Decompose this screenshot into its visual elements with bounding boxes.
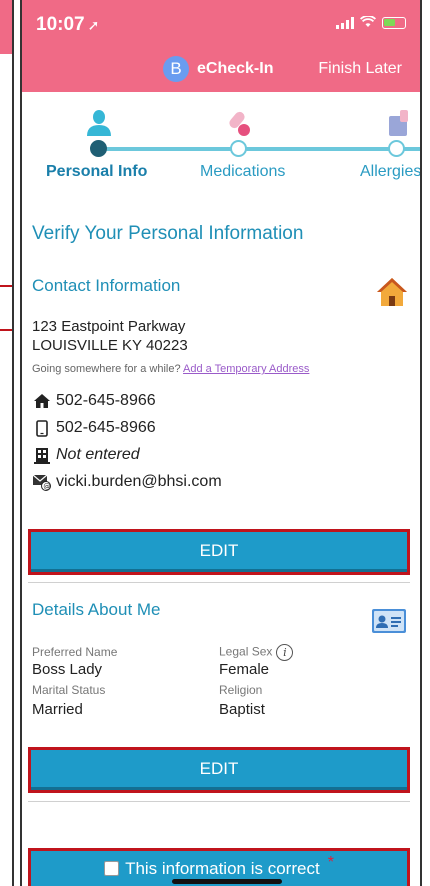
app-header: 10:07 ➚ B eCheck-In Finish Later xyxy=(22,0,420,92)
details-section-title: Details About Me xyxy=(32,600,161,619)
work-phone: Not entered xyxy=(56,446,140,463)
progress-stepper: Personal Info Medications Allergies xyxy=(22,92,420,192)
pills-icon xyxy=(229,111,250,136)
home-indicator xyxy=(172,879,282,884)
finish-later-button[interactable]: Finish Later xyxy=(318,60,402,78)
step-dot-allergies xyxy=(388,140,405,157)
contact-divider xyxy=(28,582,410,583)
left-frame-highlight xyxy=(0,285,12,331)
work-building-icon xyxy=(32,447,52,464)
email-address[interactable]: vicki.burden@bhsi.com xyxy=(56,473,222,491)
home-phone-row: 502-645-8966 xyxy=(32,392,156,410)
religion-label: Religion xyxy=(219,683,263,697)
status-time-text: 10:07 xyxy=(36,14,85,35)
email-row: @ vicki.burden@bhsi.com xyxy=(32,473,222,491)
details-edit-button[interactable]: EDIT xyxy=(31,750,407,790)
mobile-phone[interactable]: 502-645-8966 xyxy=(56,419,156,437)
brand-badge: B xyxy=(163,56,189,82)
legal-sex-label-text: Legal Sex xyxy=(219,644,273,659)
person-icon xyxy=(87,110,111,136)
legal-sex-label: Legal Sex i xyxy=(219,644,294,661)
work-phone-row: Not entered xyxy=(32,446,140,464)
contact-section-title: Contact Information xyxy=(32,276,181,295)
stepper-line xyxy=(102,147,420,151)
preferred-name-value: Boss Lady xyxy=(32,661,103,678)
home-phone-icon xyxy=(32,393,52,409)
signal-icon xyxy=(336,17,354,29)
home-phone[interactable]: 502-645-8966 xyxy=(56,392,156,410)
temporary-address-text: Going somewhere for a while? xyxy=(32,363,181,375)
step-dot-personal-info xyxy=(90,140,107,157)
address-line-1: 123 Eastpoint Parkway xyxy=(32,318,186,335)
left-frame-header xyxy=(0,0,12,54)
tab-allergies[interactable]: Allergies xyxy=(360,163,420,181)
house-icon xyxy=(377,278,407,306)
contact-edit-highlight: EDIT xyxy=(28,529,410,575)
svg-text:@: @ xyxy=(43,482,50,490)
battery-icon xyxy=(382,17,406,29)
wifi-icon xyxy=(359,15,377,30)
location-icon: ➚ xyxy=(87,17,100,33)
contact-edit-button[interactable]: EDIT xyxy=(31,532,407,572)
details-edit-highlight: EDIT xyxy=(28,747,410,793)
temporary-address-prompt: Going somewhere for a while? Add a Tempo… xyxy=(32,363,309,375)
add-temporary-address-link[interactable]: Add a Temporary Address xyxy=(183,363,309,375)
status-icons xyxy=(336,15,406,30)
tab-medications[interactable]: Medications xyxy=(200,163,285,181)
allergies-icon xyxy=(389,110,408,136)
marital-status-value: Married xyxy=(32,701,83,718)
id-card-icon xyxy=(372,609,406,633)
confirm-checkbox[interactable] xyxy=(104,861,120,876)
preferred-name-label: Preferred Name xyxy=(32,645,118,659)
address-line-2: LOUISVILLE KY 40223 xyxy=(32,337,188,354)
step-dot-medications xyxy=(230,140,247,157)
tab-personal-info[interactable]: Personal Info xyxy=(46,163,147,181)
page-title: Verify Your Personal Information xyxy=(32,223,304,244)
religion-value: Baptist xyxy=(219,701,265,718)
required-asterisk: * xyxy=(327,853,334,871)
confirm-label: This information is correct xyxy=(125,858,320,878)
left-frame xyxy=(0,0,14,886)
details-divider xyxy=(28,801,410,802)
info-icon[interactable]: i xyxy=(276,644,294,661)
mobile-phone-icon xyxy=(32,419,52,437)
mobile-phone-row: 502-645-8966 xyxy=(32,419,156,437)
marital-status-label: Marital Status xyxy=(32,683,106,697)
brand: B eCheck-In xyxy=(163,56,273,82)
phone-screen: 10:07 ➚ B eCheck-In Finish Later Personal… xyxy=(20,0,422,886)
status-time: 10:07 ➚ xyxy=(36,14,99,36)
email-icon: @ xyxy=(32,474,52,491)
brand-name: eCheck-In xyxy=(197,60,274,77)
legal-sex-value: Female xyxy=(219,661,270,678)
